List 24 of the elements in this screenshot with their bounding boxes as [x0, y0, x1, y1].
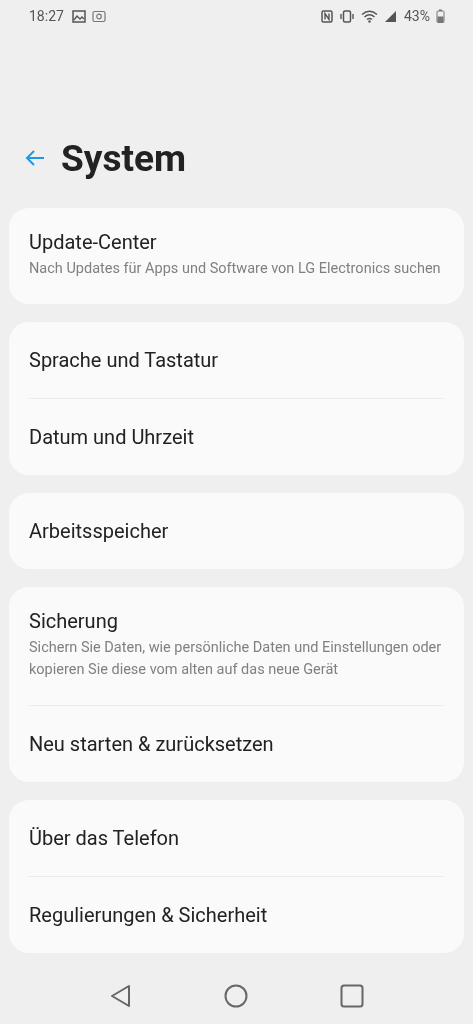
setting-description: Sichern Sie Daten, wie persönliche Daten und Einstellungen oder kopieren Sie diese vom alten auf das neue Gerät	[29, 638, 443, 680]
image-icon	[71, 9, 86, 23]
setting-item[interactable]: Sprache und Tastatur	[29, 348, 444, 372]
setting-item[interactable]: Arbeitsspeicher	[29, 519, 444, 543]
home-icon[interactable]	[223, 984, 248, 1008]
screenshot-icon	[91, 9, 106, 23]
setting-description: Nach Updates für Apps und Software von LG Electronics suchen	[29, 259, 442, 279]
setting-item[interactable]: Update-Center	[29, 230, 444, 254]
wifi-icon	[361, 9, 378, 23]
setting-item[interactable]: Neu starten & zurücksetzen	[29, 732, 444, 756]
setting-item[interactable]: Über das Telefon	[29, 826, 444, 850]
recents-icon[interactable]	[339, 984, 364, 1008]
signal-icon	[384, 9, 397, 23]
clock: 18:27	[29, 8, 64, 24]
page-title: System	[61, 136, 186, 180]
setting-item[interactable]: Regulierungen & Sicherheit	[29, 903, 444, 927]
battery-percentage: 43%	[404, 8, 430, 24]
vibrate-icon	[339, 9, 355, 23]
back-icon[interactable]	[109, 984, 132, 1008]
nfc-icon	[321, 9, 333, 23]
battery-icon	[436, 9, 445, 23]
setting-item[interactable]: Datum und Uhrzeit	[29, 425, 444, 449]
back-arrow-icon[interactable]	[25, 149, 45, 167]
setting-item[interactable]: Sicherung	[29, 609, 444, 633]
